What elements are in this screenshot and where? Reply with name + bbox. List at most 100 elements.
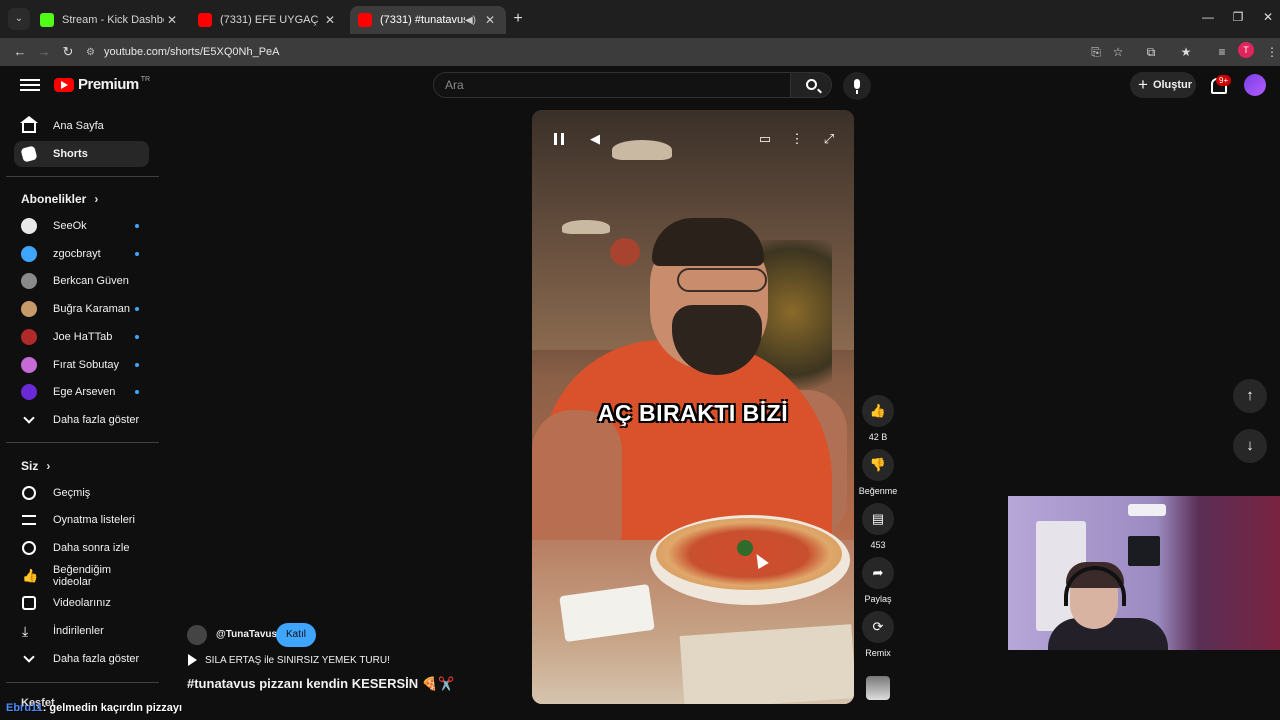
share-button[interactable]: ➦ [862,557,894,589]
chevron-right-icon: › [94,192,99,206]
channel-avatar [21,218,37,234]
fullscreen-icon[interactable]: ⤢ [818,128,840,150]
url-field[interactable]: ⚙ youtube.com/shorts/E5XQ0Nh_PeA [86,41,1136,63]
play-icon [188,654,197,666]
browser-tab-youtube-1[interactable]: (7331) EFE UYGAÇ 10 YABANCI ✕ [190,6,346,34]
subscription-item[interactable]: SeeOk [14,213,149,239]
lamp [562,220,610,234]
sidebar-item-downloads[interactable]: ⤓ İndirilenler [14,618,149,644]
browser-tab-kick[interactable]: Stream - Kick Dashboard ✕ [32,6,188,34]
webcam-poster [1128,536,1160,566]
search-button[interactable] [790,72,832,98]
new-content-dot [135,363,139,367]
lamp [610,238,640,266]
tab-audio-icon[interactable]: ◀) [465,15,476,26]
new-content-dot [135,335,139,339]
sidebar-item-shorts[interactable]: Shorts [14,141,149,167]
like-button[interactable]: 👍 [862,395,894,427]
remix-label: Remix [865,648,891,658]
playlist-link[interactable]: SILA ERTAŞ ile SINIRSIZ YEMEK TURU! [188,654,390,666]
sidebar-item-playlists[interactable]: Oynatma listeleri [14,507,149,533]
captions-icon[interactable]: ▭ [754,128,776,150]
dislike-button[interactable]: 👎 [862,449,894,481]
tab-search-chevron-icon[interactable]: ⌄ [8,8,30,30]
comment-icon: ▤ [871,511,885,526]
browser-tab-youtube-active[interactable]: (7331) #tunatavus pizzanı k ◀) ✕ [350,6,506,34]
you-heading[interactable]: Siz › [21,459,50,473]
next-short-button[interactable]: ↓ [1233,429,1267,463]
create-label: Oluştur [1152,79,1193,91]
subscription-item[interactable]: Joe HaTTab [14,324,149,350]
tab-title: (7331) #tunatavus pizzanı k [380,14,465,26]
lamp [612,140,672,160]
extensions-icon[interactable]: ⧉ [1141,42,1161,62]
youtube-premium-logo[interactable]: Premium TR [54,76,150,93]
sidebar-item-your-videos[interactable]: Videolarınız [14,590,149,616]
bookmarks-icon[interactable]: ★ [1176,42,1196,62]
sidebar-item-liked-videos[interactable]: 👍 Beğendiğim videolar [14,563,149,589]
more-options-icon[interactable]: ⋮ [786,128,808,150]
minimize-window-icon[interactable]: — [1198,10,1218,24]
close-tab-icon[interactable]: ✕ [322,13,338,27]
close-tab-icon[interactable]: ✕ [482,13,498,27]
remix-button[interactable]: ⟳ [862,611,894,643]
close-tab-icon[interactable]: ✕ [164,13,180,27]
menu-hamburger-icon[interactable] [20,76,40,96]
shorts-video-player[interactable]: AÇ BIRAKTI BİZİ ◀ ▭ ⋮ ⤢ [532,110,854,704]
show-more-you[interactable]: Daha fazla göster [14,646,149,672]
channel-handle[interactable]: @TunaTavus [216,629,277,640]
browser-profile-avatar[interactable]: T [1238,42,1254,58]
new-tab-button[interactable]: + [508,9,528,29]
account-avatar[interactable] [1244,74,1266,96]
new-content-dot [135,224,139,228]
new-content-dot [135,252,139,256]
thumbs-down-icon: 👎 [869,457,887,472]
subscription-item[interactable]: Fırat Sobutay [14,352,149,378]
forward-icon[interactable]: → [34,42,54,62]
show-more-subscriptions[interactable]: Daha fazla göster [14,407,149,433]
sidebar-item-label: Videolarınız [53,597,111,609]
bookmark-star-icon[interactable]: ☆ [1108,42,1128,62]
sound-source-avatar[interactable] [866,676,890,700]
create-button[interactable]: + Oluştur [1130,72,1196,98]
restore-window-icon[interactable]: ❐ [1228,10,1248,24]
subscription-item[interactable]: Buğra Karaman [14,296,149,322]
install-app-icon[interactable]: ⎘ [1086,42,1106,62]
you-title: Siz [21,459,39,473]
region-code: TR [140,76,151,83]
subscriptions-heading[interactable]: Abonelikler › [21,192,98,206]
previous-short-button[interactable]: ↑ [1233,379,1267,413]
site-info-icon[interactable]: ⚙ [86,47,104,58]
subscription-item[interactable]: Ege Arseven [14,379,149,405]
channel-avatar[interactable] [187,625,207,645]
chevron-right-icon: › [46,459,51,473]
back-icon[interactable]: ← [10,42,30,62]
logo-text: Premium [78,76,139,93]
person-hair [652,218,764,266]
subscription-item[interactable]: zgocbrayt [14,241,149,267]
close-window-icon[interactable]: ✕ [1258,10,1278,24]
sidebar-item-watch-later[interactable]: Daha sonra izle [14,535,149,561]
volume-icon[interactable]: ◀ [584,128,606,150]
search-input[interactable]: Ara [433,72,791,98]
sidebar-item-history[interactable]: Geçmiş [14,480,149,506]
shorts-icon [20,145,38,163]
comments-button[interactable]: ▤ [862,503,894,535]
reload-icon[interactable]: ↻ [58,42,78,62]
sidebar-divider [6,442,159,443]
subscription-item[interactable]: Berkcan Güven [14,268,149,294]
webcam-air-conditioner [1128,504,1166,516]
voice-search-mic-icon[interactable] [843,72,871,100]
sidebar-item-home[interactable]: Ana Sayfa [14,113,149,139]
person-glasses [677,268,767,292]
join-button[interactable]: Katıl [276,623,316,647]
media-controls-icon[interactable]: ≡ [1212,42,1232,62]
home-icon [20,116,38,133]
channel-avatar [21,384,37,400]
browser-menu-icon[interactable]: ⋮ [1262,42,1280,62]
sidebar-divider [6,682,159,683]
pause-icon[interactable] [548,128,570,150]
sidebar-item-label: Daha sonra izle [53,542,130,554]
channel-name: Ege Arseven [53,386,116,398]
stream-chat-message: Ebru11: gelmedin kaçırdın pizzayı [6,702,182,714]
